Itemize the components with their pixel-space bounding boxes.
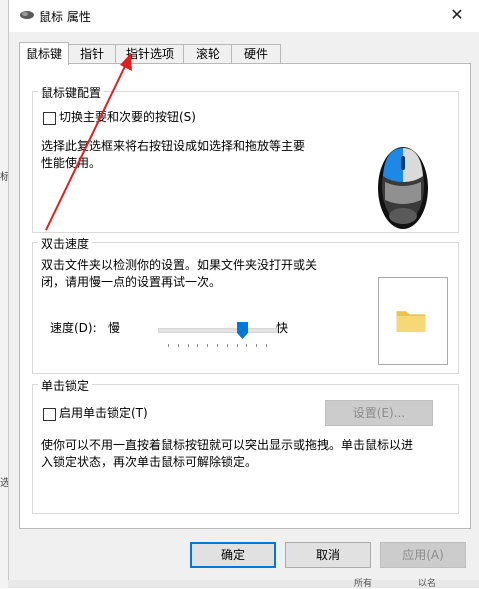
description-line: 使你可以不用一直按着鼠标按钮就可以突出显示或拖拽。单击鼠标以进	[41, 438, 414, 452]
background-text: 以名	[418, 579, 437, 589]
double-click-speed-slider-thumb[interactable]	[236, 322, 248, 339]
tab-pointer-options[interactable]: 指针选项	[115, 44, 185, 64]
slider-tick	[236, 344, 238, 347]
description-line: 选择此复选框来将右按钮设成如选择和拖放等主要	[41, 139, 306, 153]
description-line: 性能使用。	[41, 156, 102, 170]
switch-buttons-checkbox[interactable]	[43, 112, 56, 125]
click-lock-group: 单击锁定 启用单击锁定(T) 设置(E)... 使你可以不用一直按着鼠标按钮就可…	[32, 377, 459, 514]
background-window-edge: 标 选	[0, 0, 10, 588]
test-folder-area[interactable]	[378, 277, 448, 365]
slider-tick	[266, 344, 267, 347]
window-title: 鼠标 属性	[39, 10, 91, 24]
ok-button[interactable]: 确定	[190, 542, 276, 568]
slider-tick	[177, 344, 179, 347]
mouse-properties-dialog: 鼠标 属性 ✕ 鼠标键 指针 指针选项 滚轮 硬件 鼠标键配置 切换主要和次要的…	[8, 0, 479, 581]
tab-hardware[interactable]: 硬件	[231, 44, 281, 64]
tab-wheel[interactable]: 滚轮	[183, 44, 233, 64]
speed-label: 速度(D):	[50, 321, 97, 335]
click-lock-settings-button[interactable]: 设置(E)...	[325, 400, 433, 426]
group-title: 单击锁定	[38, 377, 93, 394]
click-lock-checkbox[interactable]	[43, 408, 56, 421]
description-line: 双击文件夹以检测你的设置。如果文件夹没打开或关	[41, 258, 318, 272]
apply-button[interactable]: 应用(A)	[380, 542, 466, 568]
slider-tick	[197, 344, 199, 347]
description-line: 闭，请用慢一点的设置再试一次。	[41, 275, 222, 289]
title-bar: 鼠标 属性 ✕	[9, 0, 479, 32]
slider-tick	[207, 344, 209, 347]
close-icon: ✕	[450, 5, 464, 24]
click-lock-label[interactable]: 启用单击锁定(T)	[59, 405, 148, 422]
cancel-button[interactable]: 取消	[285, 542, 371, 568]
tab-panel-buttons: 鼠标键配置 切换主要和次要的按钮(S) 选择此复选框来将右按钮设成如选择和拖放等…	[19, 63, 471, 529]
slider-tick	[217, 344, 218, 347]
group-title: 双击速度	[38, 235, 93, 252]
background-window-edge: 所有 以名	[8, 579, 479, 589]
fast-label: 快	[276, 321, 289, 335]
mouse-illustration-icon	[378, 147, 428, 229]
mouse-app-icon	[20, 11, 34, 19]
switch-buttons-label[interactable]: 切换主要和次要的按钮(S)	[59, 109, 196, 126]
slow-label: 慢	[108, 321, 121, 335]
slider-tick	[256, 344, 258, 347]
slider-tick	[187, 344, 189, 347]
tab-pointers[interactable]: 指针	[67, 44, 117, 64]
close-button[interactable]: ✕	[434, 0, 479, 32]
folder-icon	[396, 311, 426, 332]
button-configuration-group: 鼠标键配置 切换主要和次要的按钮(S) 选择此复选框来将右按钮设成如选择和拖放等…	[32, 84, 459, 233]
group-title: 鼠标键配置	[38, 84, 105, 101]
background-text: 所有	[354, 579, 373, 589]
double-click-speed-slider-track[interactable]	[158, 328, 278, 333]
slider-tick	[226, 344, 228, 347]
slider-tick	[246, 344, 248, 347]
slider-tick	[168, 344, 169, 347]
tab-buttons[interactable]: 鼠标键	[19, 42, 69, 65]
description-line: 入锁定状态，再次单击鼠标可解除锁定。	[41, 455, 258, 469]
